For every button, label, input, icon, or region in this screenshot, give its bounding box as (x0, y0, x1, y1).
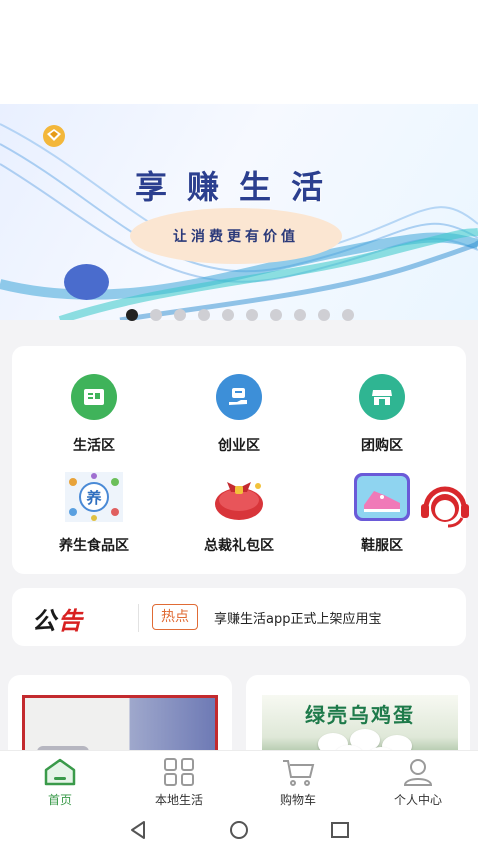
tab-label: 购物车 (279, 793, 316, 807)
carousel-dot[interactable] (270, 309, 282, 321)
divider (138, 604, 139, 632)
banner-decoration (64, 264, 109, 300)
banner-title: 享赚生活 (134, 168, 343, 206)
category-life[interactable]: 生活区 (24, 368, 164, 455)
home-icon (43, 757, 77, 787)
carousel-dot[interactable] (294, 309, 306, 321)
bottom-tab-bar: 首页 本地生活 购物车 个人中心 (0, 750, 478, 813)
category-label: 鞋服区 (361, 538, 403, 554)
carousel-dot[interactable] (246, 309, 258, 321)
carousel-dot[interactable] (126, 309, 138, 321)
recents-icon[interactable] (330, 820, 350, 840)
category-ceo-gift[interactable]: 总裁礼包区 (169, 468, 309, 555)
carousel-dot[interactable] (174, 309, 186, 321)
tab-profile[interactable]: 个人中心 (368, 757, 468, 808)
carousel-dot[interactable] (198, 309, 210, 321)
banner-slogan: 让消费更有价值 (130, 208, 342, 264)
headset-icon (421, 486, 469, 528)
category-label: 养生食品区 (59, 538, 129, 554)
system-navigation-bar (0, 812, 478, 850)
category-business[interactable]: 创业区 (169, 368, 309, 455)
carousel-dot[interactable] (150, 309, 162, 321)
announcement-logo-left: 公 (32, 606, 58, 635)
status-area (0, 0, 478, 104)
tab-label: 首页 (47, 793, 72, 807)
shop-icon (359, 374, 405, 420)
category-grid: 生活区 创业区 团购区 养 养生食品区 总裁礼包区 鞋服区 (12, 346, 466, 574)
tab-label: 本地生活 (154, 793, 203, 807)
health-food-icon: 养 (65, 468, 123, 526)
gift-bag-icon (210, 468, 268, 526)
carousel-dot[interactable] (342, 309, 354, 321)
carousel-dot[interactable] (222, 309, 234, 321)
tab-local-life[interactable]: 本地生活 (129, 757, 229, 808)
carousel-indicator[interactable] (126, 309, 354, 321)
cart-icon (281, 757, 315, 787)
product-title: 绿壳乌鸡蛋 (305, 703, 415, 727)
tab-cart[interactable]: 购物车 (248, 757, 348, 808)
carousel-dot[interactable] (318, 309, 330, 321)
hot-badge: 热点 (152, 604, 198, 630)
category-health-food[interactable]: 养 养生食品区 (24, 468, 164, 555)
svg-text:养: 养 (85, 489, 102, 507)
banner-carousel[interactable]: 享赚生活 让消费更有价值 (0, 104, 478, 320)
user-icon (401, 757, 435, 787)
book-icon (71, 374, 117, 420)
brand-logo-icon (43, 125, 65, 147)
back-icon[interactable] (128, 820, 148, 840)
home-nav-icon[interactable] (228, 820, 250, 840)
hand-coin-icon (216, 374, 262, 420)
customer-service-button[interactable] (418, 484, 472, 530)
category-label: 生活区 (73, 438, 115, 454)
announcement-logo-right: 告 (58, 606, 84, 635)
grid-icon (162, 757, 196, 787)
tab-home[interactable]: 首页 (10, 757, 110, 808)
tab-label: 个人中心 (393, 793, 442, 807)
announcement-bar[interactable]: 公告 热点 享赚生活app正式上架应用宝 (12, 588, 466, 646)
category-label: 创业区 (218, 438, 260, 454)
shoe-icon (353, 468, 411, 526)
category-groupbuy[interactable]: 团购区 (312, 368, 452, 455)
category-label: 团购区 (361, 438, 403, 454)
announcement-text[interactable]: 享赚生活app正式上架应用宝 (214, 608, 381, 627)
announcement-logo: 公告 (32, 601, 84, 636)
category-label: 总裁礼包区 (204, 538, 274, 554)
